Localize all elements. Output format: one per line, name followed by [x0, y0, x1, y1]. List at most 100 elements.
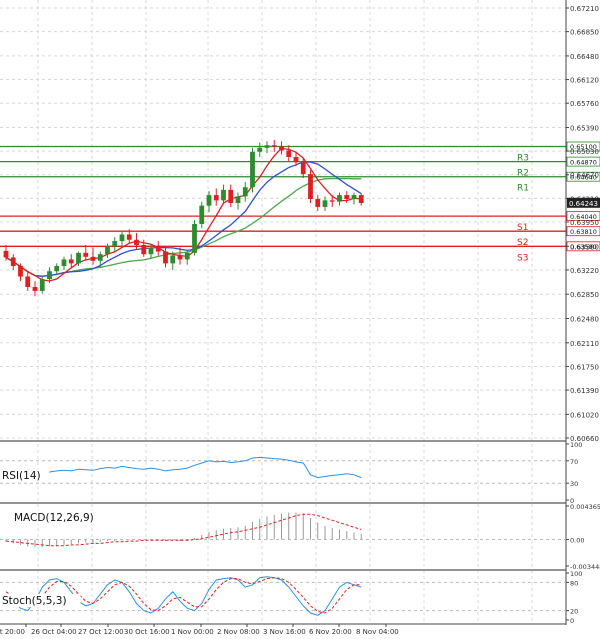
candle-body: [47, 271, 52, 280]
candle-body: [221, 189, 226, 201]
candle-body: [322, 200, 328, 207]
price-tick-label: 0.64670: [570, 172, 599, 180]
candle-body: [293, 157, 299, 163]
price-axis[interactable]: 0.67210 0.66850 0.66480 0.66120 0.65760 0.653…: [565, 0, 600, 625]
grid: [0, 0, 566, 622]
candle-body: [177, 255, 183, 260]
candle-body: [351, 195, 357, 200]
candle-body: [97, 254, 103, 261]
candle-body: [250, 151, 255, 188]
candle-body: [184, 252, 190, 260]
price-tick-label: 0.66850: [570, 29, 599, 37]
time-axis: ct 20:00 26 Oct 04:0027 Oct 12:0030 Oct 1…: [0, 623, 566, 636]
candle-body: [228, 189, 234, 203]
indicator-axis-label: 100: [570, 441, 582, 449]
candle-body: [163, 251, 168, 264]
candle-body: [61, 259, 67, 266]
candle-body: [141, 244, 147, 255]
candle-body: [54, 266, 60, 272]
time-tick-label: 26 Oct 04:00: [31, 628, 77, 636]
current-price-label: 0.64243: [569, 200, 598, 208]
level-value-s2: 0.63810: [570, 228, 597, 236]
time-tick-label: 27 Oct 12:00: [78, 628, 124, 636]
price-tick-label: 0.63580: [570, 243, 599, 251]
price-tick-label: 0.61390: [570, 387, 599, 395]
candle-body: [134, 239, 139, 245]
price-tick-label: 0.63220: [570, 267, 599, 275]
candle-body: [199, 205, 205, 224]
candle-body: [25, 276, 31, 288]
indicator-axis-label: 100: [570, 570, 582, 578]
indicator-title: Stoch(5,5,3): [2, 595, 67, 607]
candle-body: [337, 195, 342, 202]
indicator-axis-label: 0: [570, 617, 574, 625]
indicator-axis-label: 30: [570, 480, 578, 488]
indicator-axis-label: 0.004365: [570, 503, 600, 511]
candle-body: [32, 287, 38, 291]
time-tick-label: 30 Oct 16:00: [124, 628, 170, 636]
candle-body: [3, 250, 9, 258]
candle-body: [264, 145, 270, 148]
candle-body: [192, 223, 197, 253]
candle-body: [18, 266, 23, 277]
time-tick-label: 1 Nov 00:00: [171, 628, 214, 636]
candles: [3, 139, 364, 297]
price-tick-label: 0.66120: [570, 77, 599, 85]
candle-body: [105, 246, 110, 255]
time-tick-label: 2 Nov 08:00: [217, 628, 260, 636]
price-tick-label: 0.67210: [570, 5, 599, 13]
moving-averages: [5, 147, 362, 282]
candle-body: [39, 279, 45, 291]
candle-body: [112, 241, 118, 247]
candle-body: [90, 256, 96, 261]
ma-mid-line: [5, 161, 362, 277]
candle-body: [126, 234, 132, 240]
price-tick-label: 0.65030: [570, 148, 599, 156]
candle-body: [329, 200, 335, 202]
candle-body: [68, 259, 74, 264]
candle-body: [206, 195, 212, 206]
candle-body: [358, 195, 364, 203]
indicator-axis-label: 20: [570, 608, 578, 616]
price-tick-label: 0.66480: [570, 53, 599, 61]
time-tick-label: ct 20:00: [0, 628, 25, 636]
price-tick-label: 0.62480: [570, 316, 599, 324]
price-tick-label: 0.61020: [570, 411, 599, 419]
candle-body: [308, 174, 313, 200]
indicator-axis-label: 70: [570, 458, 578, 466]
time-tick-label: 6 Nov 20:00: [309, 628, 352, 636]
indicator-title: MACD(12,26,9): [14, 512, 94, 524]
candle-body: [213, 195, 219, 201]
candle-body: [344, 195, 350, 200]
indicator-panels: 10070300RSI(14)0.0043650.00-0.003448MACD…: [0, 440, 600, 625]
price-tick-label: 0.62110: [570, 340, 599, 348]
candle-body: [170, 255, 176, 264]
ma-fast-line: [5, 147, 362, 282]
candle-body: [315, 199, 321, 207]
level-name-r1: R1: [517, 184, 529, 194]
ma-slow-line: [5, 177, 362, 277]
candle-body: [286, 150, 292, 158]
candle-body: [10, 257, 16, 266]
price-tick-label: 0.65390: [570, 124, 599, 132]
candle-body: [76, 252, 81, 264]
price-tick-label: 0.65760: [570, 100, 599, 108]
candle-body: [148, 247, 154, 255]
level-name-s3: S3: [517, 253, 528, 263]
candle-body: [119, 234, 125, 242]
time-tick-label: 8 Nov 04:00: [356, 628, 399, 636]
time-tick-label: 3 Nov 16:00: [263, 628, 306, 636]
price-tick-label: 0.62850: [570, 291, 599, 299]
candle-body: [271, 145, 277, 147]
forex-chart: 0.65100R3 0.64870R2 0.64640R10.64040S1 0.63…: [0, 0, 600, 636]
candle-body: [300, 162, 306, 175]
price-tick-label: 0.61750: [570, 363, 599, 371]
price-tick-label: 0.63950: [570, 219, 599, 227]
candle-body: [257, 147, 263, 152]
candle-body: [83, 252, 89, 257]
candle-body: [235, 196, 241, 203]
indicator-title: RSI(14): [2, 470, 41, 482]
level-value-r2: 0.64870: [570, 158, 597, 166]
candle-body: [279, 146, 284, 151]
candle-body: [155, 247, 161, 252]
